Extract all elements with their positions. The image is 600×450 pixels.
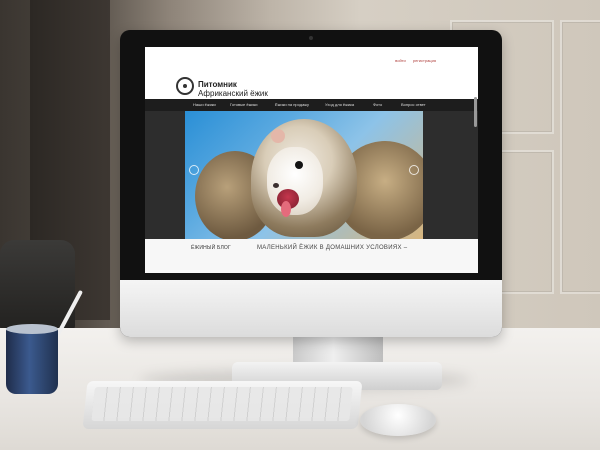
nav-item-faq[interactable]: Вопрос ответ <box>401 102 426 107</box>
hedgehog-eye <box>295 161 303 169</box>
blog-label[interactable]: ЁЖИНЫЙ БЛОГ <box>191 245 231 251</box>
hedgehog-logo-icon[interactable] <box>176 77 194 95</box>
mouse <box>360 404 436 436</box>
brand-subtitle[interactable]: Африканский ёжик <box>198 89 268 98</box>
login-link[interactable]: войти <box>395 58 406 63</box>
chair <box>0 240 75 330</box>
photo-scene: Питомник Африканский ёжик войти регистра… <box>0 0 600 450</box>
blue-cup <box>6 328 58 394</box>
chevron-left-icon[interactable] <box>189 165 199 175</box>
scrollbar[interactable] <box>474 97 477 127</box>
nav-item-photo[interactable]: Фото <box>373 102 382 107</box>
webcam-icon <box>309 36 313 40</box>
nav-item-for-sale[interactable]: Ёжики на продажу <box>275 102 309 107</box>
site-header: Питомник Африканский ёжик войти регистра… <box>145 47 478 98</box>
content-area: ЁЖИНЫЙ БЛОГ МАЛЕНЬКИЙ ЁЖИК В ДОМАШНИХ УС… <box>145 111 478 273</box>
register-link[interactable]: регистрация <box>413 58 436 63</box>
wall-panel-3 <box>560 20 600 294</box>
brand-title[interactable]: Питомник <box>198 80 237 89</box>
nav-item-care[interactable]: Уход для ёжика <box>325 102 354 107</box>
hero-slider-image[interactable] <box>185 111 423 239</box>
monitor-chin <box>120 280 502 337</box>
hedgehog-tongue <box>281 201 291 217</box>
chevron-right-icon[interactable] <box>409 165 419 175</box>
hedgehog-ear <box>271 129 285 143</box>
website-screen: Питомник Африканский ёжик войти регистра… <box>145 47 478 273</box>
nav-item-our-hedgehogs[interactable]: Наши ёжики <box>193 102 216 107</box>
top-links: войти регистрация <box>389 58 436 63</box>
hedgehog-nose <box>273 183 279 188</box>
cup-rim <box>6 324 58 334</box>
keyboard <box>82 381 363 429</box>
nav-item-ready-hedgehogs[interactable]: Готовые ёжики <box>230 102 258 107</box>
main-nav: Наши ёжики Готовые ёжики Ёжики на продаж… <box>145 99 478 111</box>
blog-strip: ЁЖИНЫЙ БЛОГ МАЛЕНЬКИЙ ЁЖИК В ДОМАШНИХ УС… <box>145 239 478 273</box>
blog-post-title[interactable]: МАЛЕНЬКИЙ ЁЖИК В ДОМАШНИХ УСЛОВИЯХ – <box>257 245 407 251</box>
